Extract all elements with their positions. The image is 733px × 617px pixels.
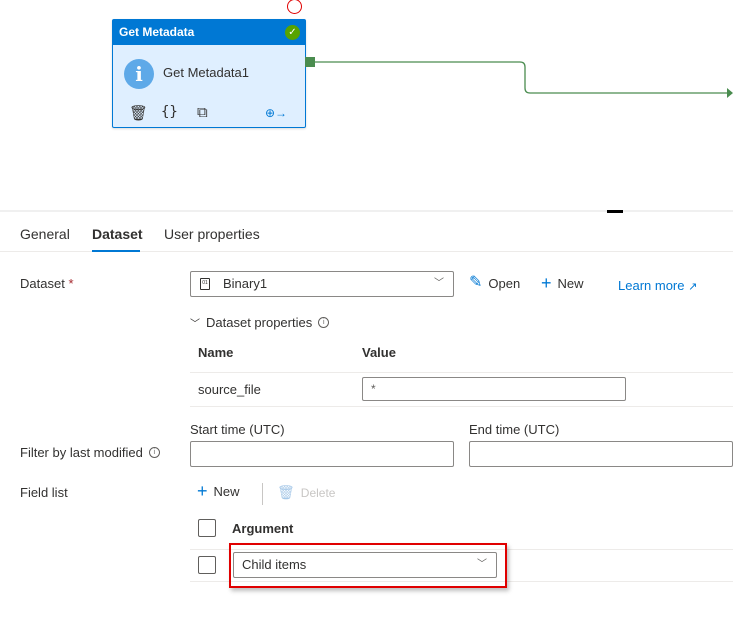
new-label: New — [557, 275, 584, 291]
chevron-down-icon: ﹀ — [434, 278, 444, 289]
activity-name: Get Metadata1 — [163, 65, 249, 80]
end-time-label: End time (UTC) — [469, 422, 560, 437]
info-icon[interactable]: i — [318, 317, 330, 328]
pencil-icon: ✎ — [469, 274, 483, 291]
learn-more-text: Learn more — [618, 278, 685, 293]
braces-icon[interactable]: {} — [161, 104, 178, 120]
pipeline-canvas[interactable]: Get Metadata ✓ i Get Metadata1 🗑 {} ⧉ ⊕→ — [0, 0, 733, 210]
dataset-select[interactable]: 01 Binary1 ﹀ — [190, 271, 454, 297]
file-icon: 01 — [200, 278, 210, 290]
resize-handle[interactable] — [607, 210, 623, 213]
tab-user-properties[interactable]: User properties — [164, 226, 260, 242]
field-list-delete-label: Delete — [300, 485, 336, 500]
dataset-label-text: Dataset — [20, 276, 65, 291]
toolbar-separator — [262, 483, 263, 505]
activity-type-label: Get Metadata — [119, 25, 195, 39]
trash-icon[interactable]: 🗑 — [129, 104, 148, 122]
start-time-label: Start time (UTC) — [190, 422, 285, 437]
column-header-argument: Argument — [232, 521, 294, 536]
column-header-name: Name — [198, 345, 234, 360]
dataset-label: Dataset * — [20, 276, 74, 291]
active-tab-indicator — [92, 250, 140, 252]
row-checkbox[interactable] — [198, 556, 216, 574]
output-handle[interactable] — [305, 57, 315, 67]
highlight-annotation — [229, 543, 507, 588]
plus-icon: + — [197, 481, 208, 501]
dataset-properties-title: Dataset properties — [206, 315, 313, 330]
row-divider — [190, 372, 733, 373]
property-value-input[interactable] — [362, 377, 626, 401]
info-icon[interactable]: i — [148, 447, 160, 458]
dataset-selected-value: Binary1 — [223, 276, 268, 291]
field-list-delete-button[interactable]: 🗑 Delete — [277, 484, 335, 501]
add-output-icon[interactable]: ⊕→ — [265, 106, 287, 120]
field-list-new-label: New — [213, 483, 240, 499]
new-dataset-button[interactable]: + New — [541, 274, 584, 292]
property-name: source_file — [198, 382, 261, 397]
learn-more-link[interactable]: Learn more ↗ — [618, 278, 697, 293]
column-header-value: Value — [362, 345, 396, 360]
success-connector — [315, 61, 733, 98]
filter-label: Filter by last modified i — [20, 445, 160, 460]
select-all-checkbox[interactable] — [198, 519, 216, 537]
chevron-down-icon: ﹀ — [190, 319, 200, 330]
dataset-properties-toggle[interactable]: ﹀ Dataset properties i — [190, 315, 330, 330]
info-icon: i — [124, 59, 154, 89]
activity-node-get-metadata[interactable]: Get Metadata ✓ i Get Metadata1 🗑 {} ⧉ ⊕→ — [112, 19, 306, 128]
open-dataset-button[interactable]: ✎ Open — [469, 275, 520, 291]
plus-icon: + — [541, 273, 552, 293]
tab-general[interactable]: General — [20, 226, 70, 242]
tab-dataset[interactable]: Dataset — [92, 226, 143, 242]
required-marker: * — [68, 276, 74, 291]
field-list-label: Field list — [20, 485, 68, 500]
end-time-input[interactable] — [469, 441, 733, 467]
properties-tabs: General Dataset User properties — [0, 218, 733, 252]
start-time-input[interactable] — [190, 441, 454, 467]
field-list-new-button[interactable]: + New — [197, 482, 240, 500]
activity-node-header: Get Metadata ✓ — [113, 20, 305, 45]
copy-icon[interactable]: ⧉ — [197, 104, 208, 121]
open-label: Open — [488, 275, 521, 291]
panel-divider[interactable] — [0, 210, 733, 212]
external-link-icon: ↗ — [688, 281, 698, 293]
row-divider — [190, 406, 733, 407]
trash-icon: 🗑 — [277, 484, 295, 500]
filter-label-text: Filter by last modified — [20, 445, 143, 460]
check-circle-icon: ✓ — [285, 25, 300, 40]
